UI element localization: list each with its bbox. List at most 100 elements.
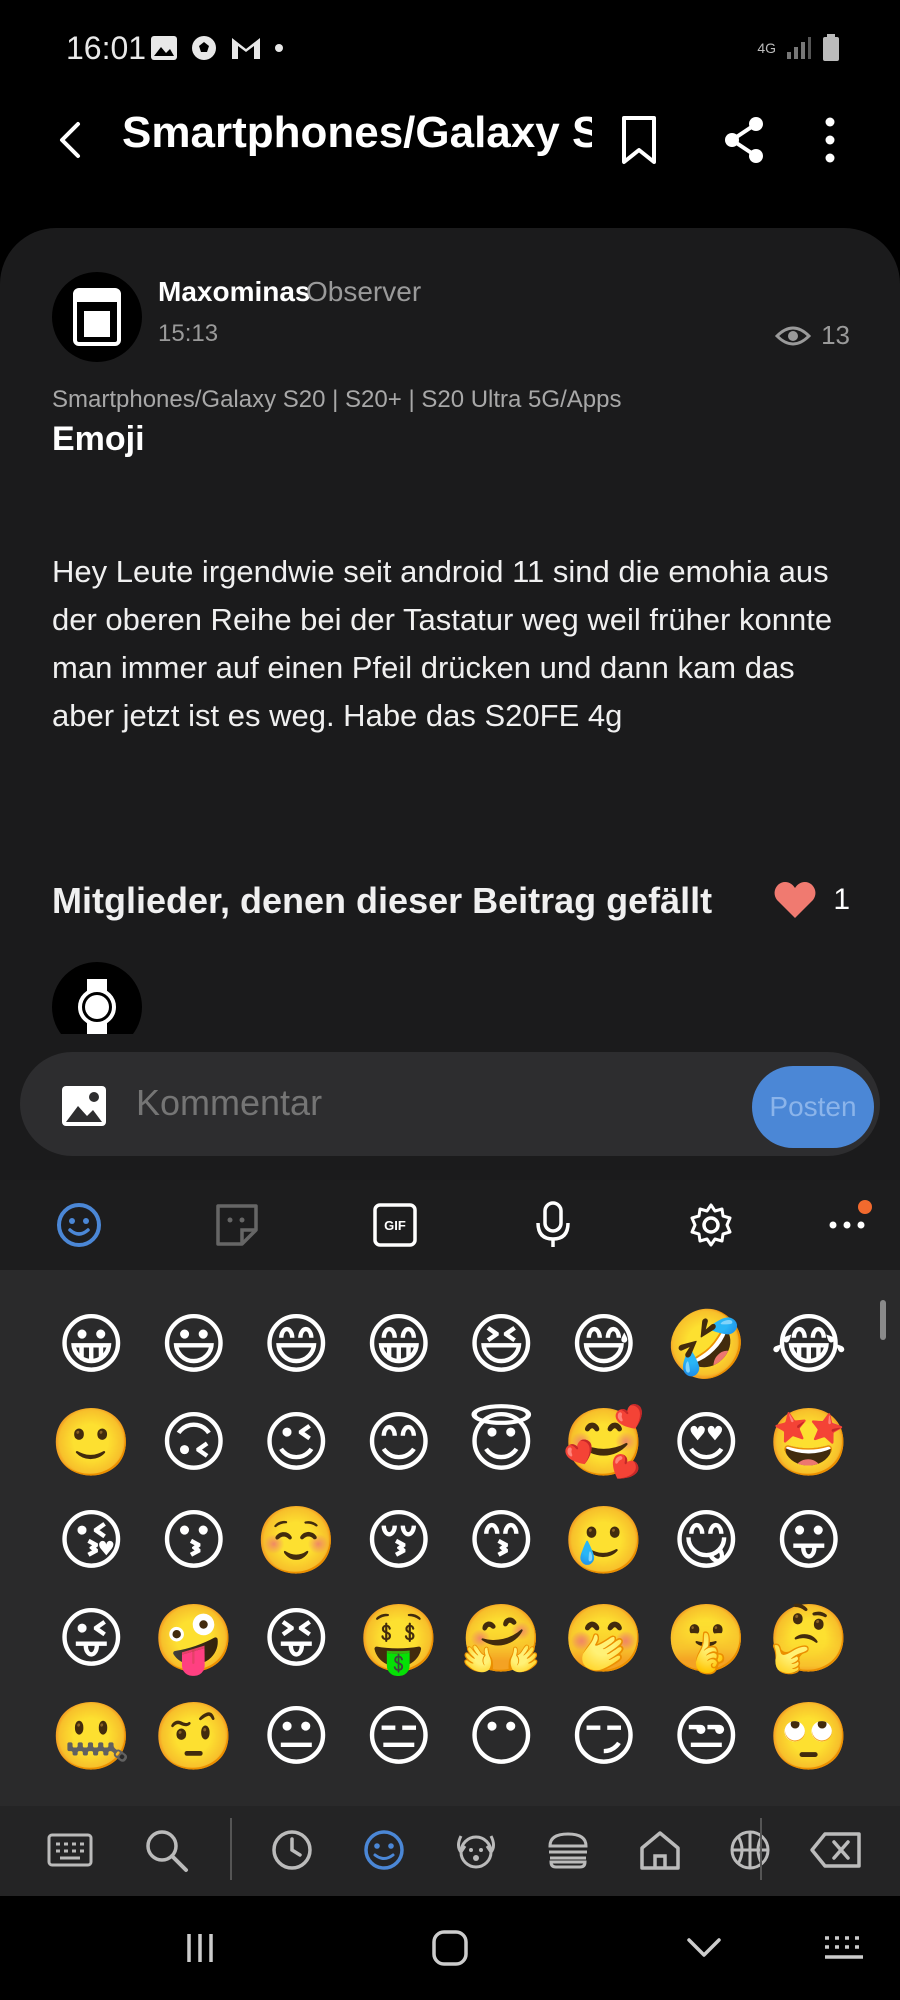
emoji-key[interactable]: 😶 — [450, 1688, 553, 1786]
category-activities[interactable] — [724, 1824, 776, 1876]
emoji-key[interactable]: 😛 — [758, 1492, 861, 1590]
emoji-key[interactable]: 😘 — [40, 1492, 143, 1590]
post-comment-button[interactable]: Posten — [752, 1066, 874, 1148]
keyboard-switch-button[interactable] — [44, 1824, 96, 1876]
home-icon — [432, 1930, 468, 1966]
emoji-key[interactable]: 😉 — [245, 1394, 348, 1492]
emoji-key[interactable]: 😝 — [245, 1590, 348, 1688]
emoji-key[interactable]: 😁 — [348, 1296, 451, 1394]
category-recent[interactable] — [266, 1824, 318, 1876]
signal-icon — [787, 37, 811, 59]
emoji-key[interactable]: 😂 — [758, 1296, 861, 1394]
more-vertical-icon — [825, 117, 835, 163]
status-time: 16:01 — [66, 30, 147, 66]
emoji-key[interactable]: 😀 — [40, 1296, 143, 1394]
post-category[interactable]: Smartphones/Galaxy S20 | S20+ | S20 Ultr… — [52, 386, 621, 414]
emoji-key[interactable]: 😗 — [143, 1492, 246, 1590]
hide-keyboard-button[interactable] — [674, 1922, 734, 1974]
system-icons: 4G — [757, 34, 840, 62]
dot-icon — [275, 44, 283, 52]
notification-dot — [858, 1200, 872, 1214]
emoji-key[interactable]: 😑 — [348, 1688, 451, 1786]
emoji-key[interactable]: 🤔 — [758, 1590, 861, 1688]
smiley-icon — [57, 1203, 101, 1247]
post-body: Hey Leute irgendwie seit android 11 sind… — [52, 554, 833, 733]
attach-image-button[interactable] — [60, 1084, 108, 1128]
emoji-grid: 😀 😃 😄 😁 😆 😅 🤣 😂 🙂 🙃 😉 😊 😇 🥰 😍 🤩 😘 😗 ☺️ 😚 😙 🥲 😋 😛 😜 🤪 😝 🤑 🤗 🤭 🤫 🤔 🤐 🤨 😐 😑 😶 😏 😒… — [40, 1296, 860, 1786]
view-count-value: 13 — [821, 320, 850, 350]
emoji-key[interactable]: 🤫 — [655, 1590, 758, 1688]
emoji-key[interactable]: 🤗 — [450, 1590, 553, 1688]
share-icon — [725, 117, 763, 163]
emoji-key[interactable]: 😒 — [655, 1688, 758, 1786]
more-options-button[interactable] — [808, 112, 852, 168]
emoji-key[interactable]: 🙃 — [143, 1394, 246, 1492]
dog-icon — [457, 1835, 495, 1869]
emoji-key[interactable]: 🤑 — [348, 1590, 451, 1688]
back-arrow-icon — [60, 122, 80, 158]
emoji-key[interactable]: 😅 — [553, 1296, 656, 1394]
clock-icon — [272, 1830, 312, 1870]
post-time: 15:13 — [158, 320, 219, 347]
eye-icon — [775, 326, 812, 345]
emoji-key[interactable]: 🤐 — [40, 1688, 143, 1786]
keyboard-toolbar — [0, 1180, 900, 1270]
recent-apps-icon — [187, 1934, 213, 1962]
category-animals[interactable] — [450, 1824, 502, 1876]
emoji-key[interactable]: 😃 — [143, 1296, 246, 1394]
emoji-key[interactable]: 🤨 — [143, 1688, 246, 1786]
emoji-key[interactable]: 🤪 — [143, 1590, 246, 1688]
microphone-icon — [536, 1201, 570, 1247]
emoji-key[interactable]: 🤭 — [553, 1590, 656, 1688]
page-title: Smartphones/Galaxy S... — [122, 108, 592, 157]
emoji-scrollbar[interactable] — [880, 1300, 886, 1340]
likes-heading: Mitglieder, denen dieser Beitrag gefällt — [52, 880, 713, 921]
emoji-key[interactable]: 😏 — [553, 1688, 656, 1786]
battery-icon — [823, 34, 839, 61]
comment-input[interactable] — [136, 1082, 636, 1124]
voice-input-button[interactable] — [526, 1198, 580, 1252]
emoji-key[interactable]: 😜 — [40, 1590, 143, 1688]
category-divider — [760, 1818, 762, 1880]
author-name[interactable]: Maxominas — [158, 276, 311, 308]
back-button[interactable] — [48, 110, 92, 170]
emoji-key[interactable]: 😍 — [655, 1394, 758, 1492]
emoji-key[interactable]: 🤩 — [758, 1394, 861, 1492]
basketball-icon — [730, 1830, 770, 1870]
emoji-key[interactable]: 🥰 — [553, 1394, 656, 1492]
keyboard-settings-button[interactable] — [684, 1198, 738, 1252]
like-button[interactable]: 1 — [773, 880, 850, 920]
emoji-key[interactable]: 😚 — [348, 1492, 451, 1590]
notification-icons — [150, 34, 284, 62]
emoji-key[interactable]: 🙂 — [40, 1394, 143, 1492]
emoji-key[interactable]: 😙 — [450, 1492, 553, 1590]
author-avatar[interactable] — [52, 272, 142, 362]
category-food[interactable] — [542, 1824, 594, 1876]
burger-icon — [548, 1832, 588, 1869]
sticker-button[interactable] — [210, 1198, 264, 1252]
emoji-key[interactable]: 😆 — [450, 1296, 553, 1394]
emoji-key[interactable]: 🙄 — [758, 1688, 861, 1786]
recent-apps-button[interactable] — [170, 1922, 230, 1974]
emoji-key[interactable]: 🤣 — [655, 1296, 758, 1394]
emoji-key[interactable]: 😋 — [655, 1492, 758, 1590]
emoji-toggle-button[interactable] — [52, 1198, 106, 1252]
delete-button[interactable] — [806, 1824, 866, 1876]
more-horizontal-icon — [829, 1221, 865, 1229]
smiley-icon — [364, 1830, 404, 1870]
gif-button[interactable]: GIF — [368, 1198, 422, 1252]
emoji-key[interactable]: 😄 — [245, 1296, 348, 1394]
emoji-key[interactable]: 🥲 — [553, 1492, 656, 1590]
emoji-key[interactable]: ☺️ — [245, 1492, 348, 1590]
home-button[interactable] — [420, 1922, 480, 1974]
category-places[interactable] — [634, 1824, 686, 1876]
share-button[interactable] — [718, 112, 770, 168]
emoji-search-button[interactable] — [140, 1824, 192, 1876]
category-smileys[interactable] — [358, 1824, 410, 1876]
emoji-key[interactable]: 😐 — [245, 1688, 348, 1786]
sticker-icon — [216, 1204, 258, 1246]
emoji-key[interactable]: 😊 — [348, 1394, 451, 1492]
keyboard-selector-button[interactable] — [814, 1922, 874, 1974]
bookmark-button[interactable] — [614, 112, 664, 168]
emoji-key[interactable]: 😇 — [450, 1394, 553, 1492]
